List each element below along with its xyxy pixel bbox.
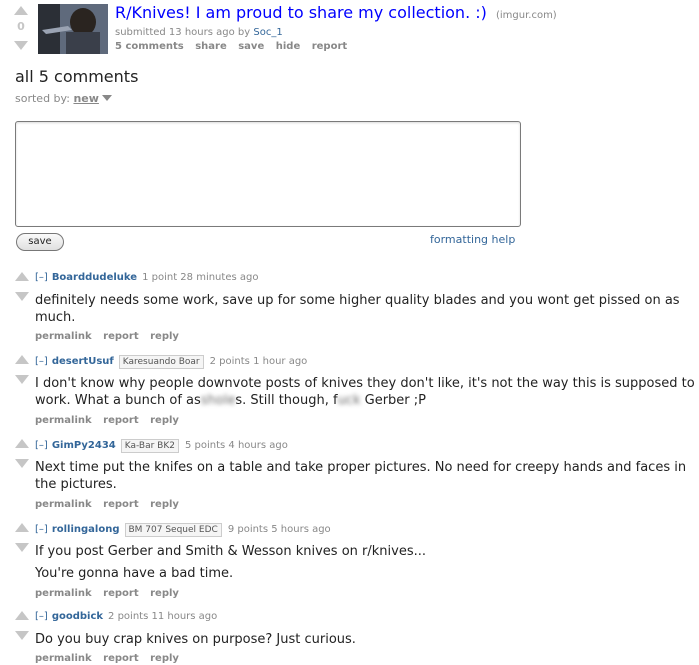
post-domain[interactable]: (imgur.com)	[496, 10, 557, 21]
downvote-icon[interactable]	[15, 375, 29, 384]
comment-line: Do you buy crap knives on purpose? Just …	[35, 632, 356, 647]
comment-header: [–] goodbick 2 points 11 hours ago	[35, 611, 217, 622]
upvote-icon[interactable]	[15, 611, 29, 620]
comment-header: [–] GimPy2434 Ka-Bar BK2 5 points 4 hours a…	[35, 439, 288, 453]
submitted-text: submitted 13 hours ago by	[115, 27, 251, 38]
upvote-icon[interactable]	[15, 355, 29, 364]
comment-line: I don't know why people downvote posts o…	[35, 376, 695, 391]
hide-link[interactable]: hide	[276, 41, 301, 52]
comment-header: [–] rollingalong BM 707 Sequel EDC 9 points…	[35, 523, 331, 537]
comment-buttons: permalink report reply	[35, 415, 187, 426]
collapse-toggle[interactable]: [–]	[35, 356, 48, 367]
comment-author[interactable]: rollingalong	[52, 524, 120, 535]
post-tagline: submitted 13 hours ago by Soc_1	[115, 27, 283, 38]
reply-link[interactable]: reply	[150, 588, 179, 599]
report-link[interactable]: report	[103, 653, 138, 664]
report-link[interactable]: report	[312, 41, 347, 52]
comment-buttons: permalink report reply	[35, 588, 187, 599]
comment-line: work. What a bunch of assholes. Still th…	[35, 392, 695, 409]
comments-heading: all 5 comments	[15, 67, 139, 86]
comments-count-link[interactable]: 5 comments	[115, 41, 184, 52]
post-upvote-icon[interactable]	[14, 6, 28, 15]
collapse-toggle[interactable]: [–]	[35, 524, 48, 535]
comment-author[interactable]: goodbick	[52, 611, 103, 622]
sort-label: sorted by:	[15, 92, 70, 105]
save-button[interactable]: save	[16, 233, 64, 251]
comment-line: definitely needs some work, save up for …	[35, 293, 680, 308]
comment-line: much.	[35, 310, 76, 325]
comment-buttons: permalink report reply	[35, 653, 187, 664]
user-flair: BM 707 Sequel EDC	[124, 523, 222, 537]
comment-line: If you post Gerber and Smith & Wesson kn…	[35, 544, 426, 559]
comment-meta: 1 point 28 minutes ago	[142, 272, 259, 283]
post-title-row: R/Knives! I am proud to share my collect…	[115, 3, 557, 22]
upvote-icon[interactable]	[15, 523, 29, 532]
user-flair: Ka-Bar BK2	[120, 439, 179, 453]
post-thumbnail[interactable]	[38, 4, 108, 54]
report-link[interactable]: report	[103, 499, 138, 510]
report-link[interactable]: report	[103, 331, 138, 342]
save-link[interactable]: save	[238, 41, 264, 52]
post-title-link[interactable]: R/Knives! I am proud to share my collect…	[115, 3, 487, 22]
censored-word: shole	[200, 393, 236, 408]
comment-buttons: permalink report reply	[35, 499, 187, 510]
comment-text-segment: Gerber ;P	[360, 393, 426, 408]
upvote-icon[interactable]	[15, 439, 29, 448]
post-author-link[interactable]: Soc_1	[253, 27, 282, 38]
post-downvote-icon[interactable]	[14, 41, 28, 50]
permalink-link[interactable]: permalink	[35, 588, 92, 599]
comment-line: the pictures.	[35, 477, 117, 492]
thumbnail-image	[38, 4, 108, 54]
comment-header: [–] desertUsuf Karesuando Boar 2 points 1 h…	[35, 355, 307, 369]
reply-link[interactable]: reply	[150, 415, 179, 426]
share-link[interactable]: share	[195, 41, 227, 52]
sort-dropdown[interactable]: new	[73, 92, 98, 105]
comment-header: [–] Boarddudeluke 1 point 28 minutes ago	[35, 272, 258, 283]
comment-author[interactable]: desertUsuf	[52, 356, 114, 367]
comment-meta: 2 points 11 hours ago	[108, 611, 218, 622]
collapse-toggle[interactable]: [–]	[35, 272, 48, 283]
comment-line: Next time put the knifes on a table and …	[35, 460, 687, 475]
downvote-icon[interactable]	[15, 631, 29, 640]
downvote-icon[interactable]	[15, 292, 29, 301]
permalink-link[interactable]: permalink	[35, 331, 92, 342]
permalink-link[interactable]: permalink	[35, 653, 92, 664]
comment-text-segment: s. Still though, f	[235, 393, 338, 408]
report-link[interactable]: report	[103, 588, 138, 599]
reply-link[interactable]: reply	[150, 499, 179, 510]
upvote-icon[interactable]	[15, 272, 29, 281]
reply-link[interactable]: reply	[150, 653, 179, 664]
comment-meta: 9 points 5 hours ago	[227, 524, 331, 535]
comment-author[interactable]: GimPy2434	[52, 440, 116, 451]
comment-text-segment: work. What a bunch of as	[35, 393, 201, 408]
collapse-toggle[interactable]: [–]	[35, 440, 48, 451]
reply-link[interactable]: reply	[150, 331, 179, 342]
formatting-help-link[interactable]: formatting help	[430, 233, 515, 246]
comment-body: Next time put the knifes on a table and …	[35, 459, 686, 493]
comment-meta: 5 points 4 hours ago	[184, 440, 288, 451]
comment-buttons: permalink report reply	[35, 331, 187, 342]
dropdown-caret-icon[interactable]	[101, 95, 112, 101]
permalink-link[interactable]: permalink	[35, 415, 92, 426]
report-link[interactable]: report	[103, 415, 138, 426]
comment-body: definitely needs some work, save up for …	[35, 292, 680, 326]
comment-author[interactable]: Boarddudeluke	[52, 272, 137, 283]
post-buttons: 5 comments share save hide report	[115, 41, 355, 52]
comment-line: You're gonna have a bad time.	[35, 566, 234, 581]
comment-textarea[interactable]	[15, 121, 521, 227]
downvote-icon[interactable]	[15, 459, 29, 468]
user-flair: Karesuando Boar	[118, 355, 204, 369]
collapse-toggle[interactable]: [–]	[35, 611, 48, 622]
sort-control: sorted by: new	[15, 92, 112, 105]
comment-body: I don't know why people downvote posts o…	[35, 375, 695, 409]
censored-word: uck	[337, 393, 361, 408]
comment-body: If you post Gerber and Smith & Wesson kn…	[35, 543, 426, 582]
downvote-icon[interactable]	[15, 543, 29, 552]
post-score: 0	[17, 20, 25, 33]
comment-meta: 2 points 1 hour ago	[209, 356, 308, 367]
permalink-link[interactable]: permalink	[35, 499, 92, 510]
comment-body: Do you buy crap knives on purpose? Just …	[35, 631, 356, 648]
